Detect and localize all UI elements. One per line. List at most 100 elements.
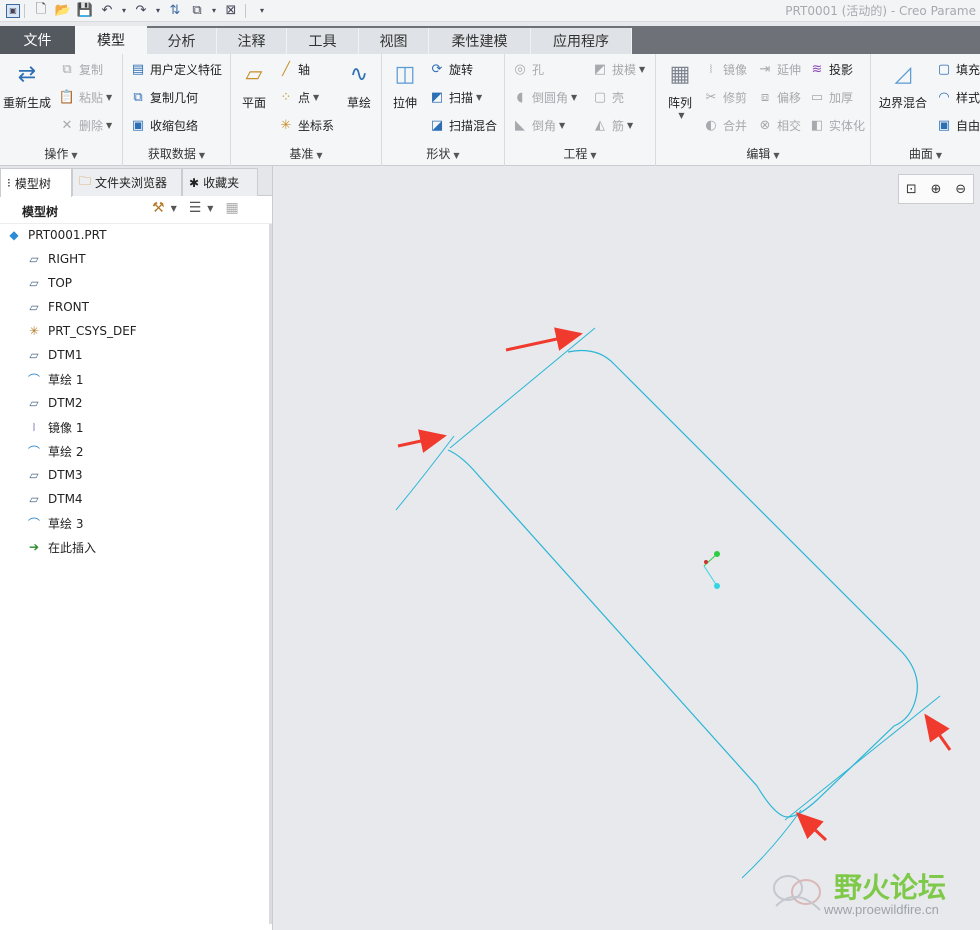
- rib-button[interactable]: ◭筋▼: [591, 114, 633, 136]
- graphics-window[interactable]: ⊡ ⊕ ⊖ 野火论坛: [274, 166, 980, 930]
- csys-button[interactable]: ✳坐标系: [277, 114, 334, 136]
- mirror-button[interactable]: ⧘镜像: [702, 58, 747, 80]
- tab-flexible-modeling[interactable]: 柔性建模: [429, 28, 531, 54]
- settings-icon[interactable]: ⚒: [152, 200, 165, 216]
- tree-item-dtm3[interactable]: ▱DTM3: [26, 464, 83, 486]
- scrollbar[interactable]: [269, 224, 272, 924]
- sketch-icon: ⌒: [26, 443, 42, 460]
- merge-button[interactable]: ◐合并: [702, 114, 747, 136]
- regenerate-button[interactable]: ⇄ 重新生成: [2, 58, 52, 111]
- tab-model-tree-label: 模型树: [15, 175, 51, 192]
- point-button[interactable]: ⁘点▼: [277, 86, 319, 108]
- thicken-button[interactable]: ▭加厚: [808, 86, 853, 108]
- save-icon[interactable]: 💾: [75, 1, 95, 21]
- redo-icon[interactable]: ↷: [131, 1, 151, 21]
- chevron-down-icon: ▼: [316, 151, 322, 160]
- tab-view[interactable]: 视图: [359, 28, 429, 54]
- tree-item-label: RIGHT: [48, 252, 86, 266]
- tab-tools[interactable]: 工具: [287, 28, 359, 54]
- draft-button[interactable]: ◩拔模▼: [591, 58, 645, 80]
- tree-item-dtm1[interactable]: ▱DTM1: [26, 344, 83, 366]
- tab-applications[interactable]: 应用程序: [531, 28, 632, 54]
- sketch-icon: ⌒: [26, 515, 42, 532]
- solidify-button[interactable]: ◧实体化: [808, 114, 865, 136]
- group-label-shapes[interactable]: 形状▼: [382, 145, 504, 162]
- open-icon[interactable]: 📂: [53, 1, 73, 21]
- copy-button[interactable]: ⧉复制: [58, 58, 103, 80]
- intersect-button[interactable]: ⊗相交: [756, 114, 801, 136]
- panel-tabs: ⁝模型树 🗀文件夹浏览器 ✱收藏夹: [0, 166, 272, 196]
- group-label-engineering[interactable]: 工程▼: [505, 145, 655, 162]
- boundary-blend-icon: ◿: [887, 58, 919, 90]
- chevron-down-icon[interactable]: ▼: [171, 204, 177, 213]
- filter-icon[interactable]: ▦: [225, 200, 238, 216]
- tree-item-mirror-1[interactable]: ⧘镜像 1: [26, 416, 83, 438]
- extend-button[interactable]: ⇥延伸: [756, 58, 801, 80]
- chamfer-button[interactable]: ◣倒角▼: [511, 114, 565, 136]
- sketch-button[interactable]: ∿ 草绘: [341, 58, 377, 111]
- trim-button[interactable]: ✂修剪: [702, 86, 747, 108]
- csys-icon: ✳: [26, 324, 42, 338]
- new-icon[interactable]: 🗋: [31, 1, 51, 21]
- copy-label: 复制: [79, 61, 103, 78]
- regenerate-icon[interactable]: ⇅: [165, 1, 185, 21]
- tree-item-right[interactable]: ▱RIGHT: [26, 248, 86, 270]
- customize-icon[interactable]: ▾: [252, 1, 272, 21]
- tree-item-dtm2[interactable]: ▱DTM2: [26, 392, 83, 414]
- extrude-button[interactable]: ◫ 拉伸: [386, 58, 424, 111]
- paste-button[interactable]: 📋粘贴▼: [58, 86, 112, 108]
- tree-item-dtm4[interactable]: ▱DTM4: [26, 488, 83, 510]
- show-icon[interactable]: ☰: [189, 200, 202, 216]
- close-window-icon[interactable]: ⊠: [221, 1, 241, 21]
- tree-item-sketch-1[interactable]: ⌒草绘 1: [26, 368, 83, 390]
- tab-folder-browser[interactable]: 🗀文件夹浏览器: [72, 168, 182, 196]
- axis-button[interactable]: ╱轴: [277, 58, 310, 80]
- group-label-surfaces[interactable]: 曲面▼: [871, 145, 980, 162]
- tree-item-sketch-2[interactable]: ⌒草绘 2: [26, 440, 83, 462]
- sketch-curve-wing-left: [396, 436, 454, 510]
- tab-file[interactable]: 文件: [0, 26, 75, 54]
- chevron-down-icon[interactable]: ▼: [207, 204, 213, 213]
- project-button[interactable]: ≋投影: [808, 58, 853, 80]
- app-icon[interactable]: ▣: [6, 4, 20, 18]
- group-label-datum[interactable]: 基准▼: [231, 145, 381, 162]
- redo-dropdown-icon[interactable]: ▾: [153, 1, 163, 21]
- group-label-editing[interactable]: 编辑▼: [656, 145, 870, 162]
- windows-icon[interactable]: ⧉: [187, 1, 207, 21]
- swept-blend-button[interactable]: ◪扫描混合: [428, 114, 497, 136]
- round-button[interactable]: ◖倒圆角▼: [511, 86, 577, 108]
- tree-item-front[interactable]: ▱FRONT: [26, 296, 89, 318]
- sweep-button[interactable]: ◩扫描▼: [428, 86, 482, 108]
- delete-button[interactable]: ✕删除▼: [58, 114, 112, 136]
- freestyle-button[interactable]: ▣自由式: [935, 114, 980, 136]
- fill-label: 填充: [956, 61, 980, 78]
- group-label-get-data[interactable]: 获取数据▼: [123, 145, 230, 162]
- revolve-button[interactable]: ⟳旋转: [428, 58, 473, 80]
- undo-dropdown-icon[interactable]: ▾: [119, 1, 129, 21]
- tab-model[interactable]: 模型: [75, 26, 147, 54]
- pattern-button[interactable]: ▦ 阵列 ▼: [660, 58, 700, 120]
- tree-item-part[interactable]: ◆PRT0001.PRT: [6, 224, 106, 246]
- boundary-blend-button[interactable]: ◿ 边界混合: [875, 58, 931, 111]
- undo-icon[interactable]: ↶: [97, 1, 117, 21]
- copy-geometry-button[interactable]: ⧉复制几何: [129, 86, 198, 108]
- plane-button[interactable]: ▱ 平面: [235, 58, 273, 111]
- tab-annotate[interactable]: 注释: [217, 28, 287, 54]
- tree-item-csys[interactable]: ✳PRT_CSYS_DEF: [26, 320, 137, 342]
- tree-item-top[interactable]: ▱TOP: [26, 272, 72, 294]
- style-button[interactable]: ◠样式: [935, 86, 980, 108]
- tab-analysis[interactable]: 分析: [147, 28, 217, 54]
- shell-button[interactable]: ▢壳: [591, 86, 624, 108]
- tab-model-tree[interactable]: ⁝模型树: [0, 168, 72, 197]
- group-label-operations[interactable]: 操作▼: [0, 145, 122, 162]
- hole-button[interactable]: ◎孔: [511, 58, 544, 80]
- tree-item-sketch-3[interactable]: ⌒草绘 3: [26, 512, 83, 534]
- chevron-down-icon: ▼: [678, 111, 684, 120]
- offset-button[interactable]: ⧈偏移: [756, 86, 801, 108]
- shrinkwrap-button[interactable]: ▣收缩包络: [129, 114, 198, 136]
- udf-button[interactable]: ▤用户定义特征: [129, 58, 222, 80]
- fill-button[interactable]: ▢填充: [935, 58, 980, 80]
- tab-favorites[interactable]: ✱收藏夹: [182, 168, 258, 196]
- windows-dropdown-icon[interactable]: ▾: [209, 1, 219, 21]
- tree-item-insert-here[interactable]: ➔在此插入: [26, 536, 96, 558]
